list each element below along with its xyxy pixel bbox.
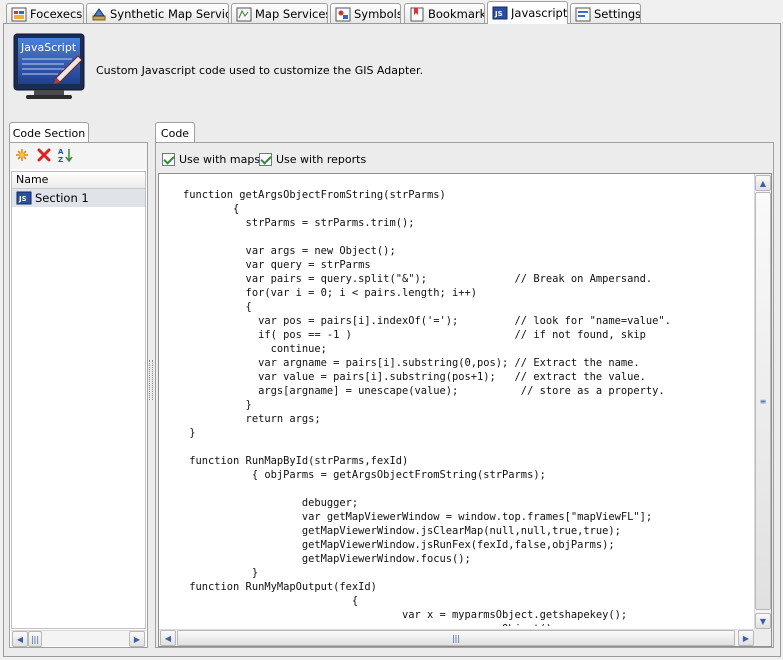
code-section-list: Name JS Section 1 <box>11 171 146 629</box>
scroll-right-icon[interactable]: ▶ <box>129 631 145 647</box>
code-section-toolbar: AZ <box>10 143 147 169</box>
column-header-name[interactable]: Name <box>12 172 145 189</box>
tab-focexecs[interactable]: Focexecs <box>6 3 84 24</box>
tab-synthetic-map-services[interactable]: Synthetic Map Services <box>86 3 229 24</box>
tab-javascript[interactable]: JS Javascript <box>487 1 568 24</box>
tab-map-services[interactable]: Map Services <box>231 3 328 24</box>
tab-symbols[interactable]: Symbols <box>330 3 401 24</box>
tab-settings[interactable]: Settings <box>570 3 641 24</box>
code-pane: Use with maps Use with reports function … <box>155 142 774 648</box>
tab-label: Synthetic Map Services <box>110 7 228 21</box>
tab-code-section[interactable]: Code Section <box>9 122 89 143</box>
bookmarks-icon <box>409 7 425 22</box>
panel-header: JavaScript Custom Javascript code used t… <box>8 28 776 116</box>
scroll-down-icon[interactable]: ▼ <box>755 613 771 629</box>
code-section-hscrollbar[interactable]: ◀ ||| ▶ <box>11 630 146 647</box>
use-with-reports-checkbox[interactable]: Use with reports <box>259 151 366 167</box>
new-icon[interactable] <box>14 147 30 163</box>
scroll-left-icon[interactable]: ◀ <box>160 630 176 646</box>
list-item-label: Section 1 <box>35 191 89 205</box>
tab-label: Bookmarks <box>428 7 484 21</box>
tab-bookmarks[interactable]: Bookmarks <box>404 3 485 24</box>
svg-text:A: A <box>58 148 64 156</box>
map-services-icon <box>236 7 252 22</box>
tab-label: Focexecs <box>30 7 83 21</box>
use-with-maps-checkbox[interactable]: Use with maps <box>162 151 260 167</box>
scroll-right-icon[interactable]: ▶ <box>738 630 754 646</box>
javascript-icon: JS <box>492 6 508 21</box>
tab-label: Map Services <box>255 7 327 21</box>
svg-text:Z: Z <box>58 156 63 163</box>
svg-text:JS: JS <box>18 195 27 203</box>
header-description: Custom Javascript code used to customize… <box>96 64 424 77</box>
pane-splitter[interactable] <box>149 360 153 400</box>
main-tabbar: Focexecs Synthetic Map Services Map Serv… <box>0 0 783 24</box>
scroll-corner <box>754 629 771 646</box>
code-text[interactable]: function getArgsObjectFromString(strParm… <box>183 188 755 626</box>
checkbox-label: Use with maps <box>179 152 261 166</box>
scroll-up-icon[interactable]: ▲ <box>755 175 771 191</box>
tab-label: Javascript <box>511 6 567 20</box>
tab-label: Symbols <box>354 7 400 21</box>
delete-icon[interactable] <box>36 147 52 163</box>
code-editor[interactable]: function getArgsObjectFromString(strParm… <box>158 173 772 647</box>
checkbox-label: Use with reports <box>276 152 367 166</box>
settings-icon <box>575 7 591 22</box>
svg-text:JS: JS <box>494 10 503 18</box>
code-hscrollbar[interactable]: ◀ ||| ▶ <box>159 629 755 646</box>
scroll-thumb[interactable]: ||| <box>28 631 42 647</box>
tab-label: Code <box>160 126 190 140</box>
checkbox-checked[interactable] <box>162 152 175 166</box>
checkbox-checked[interactable] <box>259 152 272 166</box>
scroll-left-icon[interactable]: ◀ <box>12 631 28 647</box>
sort-az-icon[interactable]: AZ <box>58 147 74 164</box>
javascript-icon: JS <box>16 191 32 206</box>
list-item[interactable]: JS Section 1 <box>12 189 145 207</box>
javascript-logo: JavaScript <box>12 32 88 102</box>
tab-label: Settings <box>594 7 640 21</box>
focexec-icon <box>11 7 27 22</box>
logo-text: JavaScript <box>20 41 77 54</box>
symbols-icon <box>335 7 351 22</box>
code-section-pane: AZ Name JS Section 1 ◀ ||| ▶ <box>9 142 148 648</box>
tab-code[interactable]: Code <box>155 122 195 143</box>
scroll-thumb[interactable]: ≡ <box>755 192 771 610</box>
tab-label: Code Section <box>12 126 86 140</box>
code-vscrollbar[interactable]: ▲ ≡ ▼ <box>754 174 771 630</box>
synthetic-map-icon <box>91 7 107 22</box>
scroll-thumb[interactable]: ||| <box>177 630 735 646</box>
